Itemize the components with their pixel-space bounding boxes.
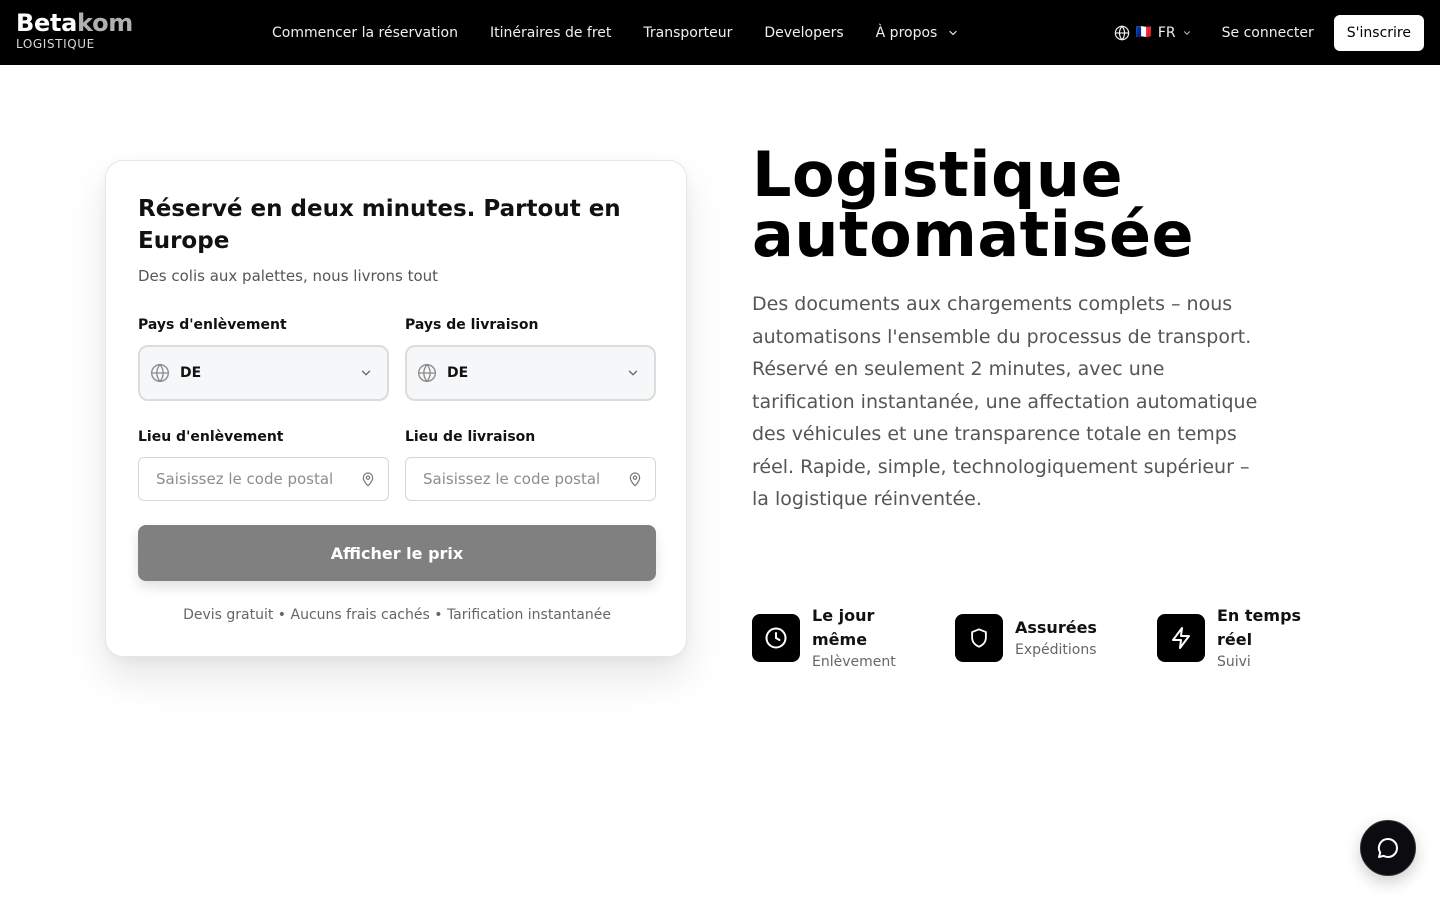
main-nav: Commencer la réservation Itinéraires de … (256, 0, 975, 65)
feature-title: En temps réel (1217, 606, 1302, 649)
top-navigation-bar: Betakom LOGISTIQUE Commencer la réservat… (0, 0, 1440, 65)
pickup-location-field (138, 457, 389, 501)
chevron-down-icon (1183, 30, 1190, 35)
chat-bubble-icon (1377, 837, 1398, 858)
lightning-icon (1157, 614, 1205, 662)
language-flag: 🇫🇷 (1135, 25, 1152, 40)
feature-title: Le jour même (812, 606, 875, 649)
booking-card-title: Réservé en deux minutes. Partout en Euro… (138, 196, 621, 254)
nav-item-carrier[interactable]: Transporteur (627, 25, 748, 41)
pickup-country-label: Pays d'enlèvement (138, 317, 287, 333)
globe-icon (151, 363, 169, 383)
shield-icon (955, 614, 1003, 662)
pickup-country-select[interactable]: DE (138, 345, 389, 401)
chevron-down-icon (628, 370, 638, 376)
nav-item-developers[interactable]: Developers (748, 25, 859, 41)
delivery-location-label: Lieu de livraison (405, 429, 536, 445)
language-selector[interactable]: 🇫🇷 FR (1114, 25, 1192, 41)
map-pin-icon (629, 472, 641, 487)
feature-subtitle: Expéditions (1015, 642, 1097, 658)
signup-button[interactable]: S'inscrire (1333, 14, 1424, 51)
feature-subtitle: Enlèvement (812, 654, 896, 670)
feature-insured: Assurées Expéditions (955, 604, 1157, 672)
hero-description: Des documents aux chargements complets –… (752, 293, 1258, 510)
hero-title: Logistique automatisée (752, 138, 1195, 271)
delivery-country-value: DE (447, 365, 469, 381)
map-pin-icon (362, 472, 374, 487)
feature-title: Assurées (1015, 618, 1097, 637)
delivery-country-select[interactable]: DE (405, 345, 656, 401)
language-code: FR (1157, 24, 1176, 41)
brand-logo[interactable]: Betakom LOGISTIQUE (16, 9, 133, 51)
feature-same-day: Le jour même Enlèvement (752, 604, 955, 672)
delivery-country-label: Pays de livraison (405, 317, 539, 333)
nav-item-about[interactable]: À propos (860, 25, 976, 41)
brand-name-part-2: kom (77, 9, 133, 37)
feature-realtime: En temps réel Suivi (1157, 604, 1317, 672)
pickup-country-value: DE (180, 365, 202, 381)
pickup-postcode-input[interactable] (139, 470, 360, 488)
chevron-down-icon (361, 370, 371, 376)
nav-item-booking[interactable]: Commencer la réservation (256, 25, 474, 41)
globe-icon (418, 363, 436, 383)
feature-subtitle: Suivi (1217, 654, 1251, 670)
globe-icon (1114, 24, 1129, 41)
brand-name-part-1: Beta (16, 9, 78, 37)
features-row: Le jour même Enlèvement Assurées Expédit… (752, 604, 1317, 672)
login-link[interactable]: Se connecter (1222, 25, 1314, 41)
brand-subtitle: LOGISTIQUE (16, 37, 95, 51)
pickup-location-label: Lieu d'enlèvement (138, 429, 284, 445)
booking-card: Réservé en deux minutes. Partout en Euro… (105, 160, 687, 657)
booking-footnote: Devis gratuit • Aucuns frais cachés • Ta… (183, 607, 611, 623)
booking-card-subtitle: Des colis aux palettes, nous livrons tou… (138, 267, 439, 285)
show-price-button[interactable]: Afficher le prix (138, 525, 656, 581)
delivery-location-field (405, 457, 656, 501)
chat-button[interactable] (1360, 820, 1416, 876)
delivery-postcode-input[interactable] (406, 470, 627, 488)
nav-item-freight-routes[interactable]: Itinéraires de fret (474, 25, 627, 41)
clock-icon (752, 614, 800, 662)
chevron-down-icon (949, 30, 957, 35)
